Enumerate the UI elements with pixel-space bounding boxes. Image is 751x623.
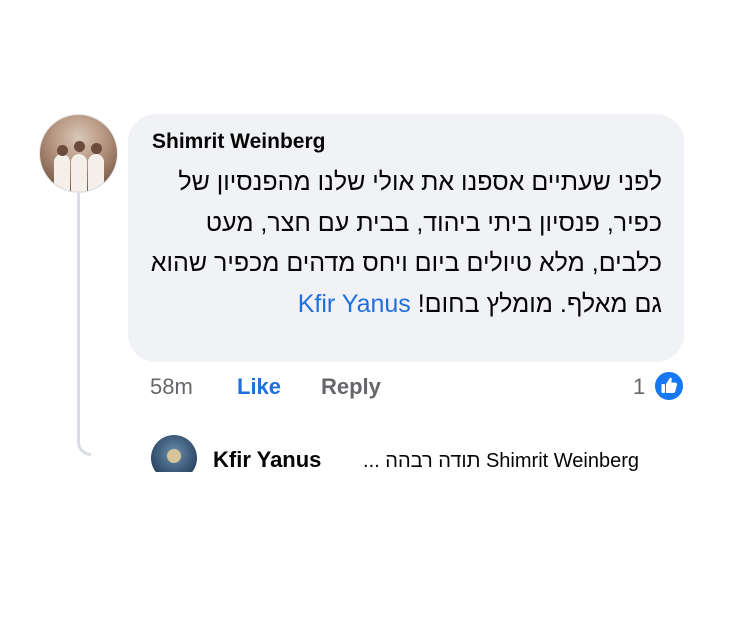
mention-link[interactable]: Kfir Yanus — [298, 290, 411, 318]
avatar-figure — [54, 154, 70, 192]
avatar-figure — [88, 154, 104, 192]
reply-button[interactable]: Reply — [321, 374, 381, 400]
comment-bubble: Shimrit Weinberg לפני שעתיים אספנו את או… — [128, 114, 684, 362]
reply-text: Shimrit Weinberg תודה רבהה ... — [363, 450, 639, 472]
avatar-figure-head — [91, 143, 102, 154]
avatar-figure-head — [57, 145, 68, 156]
reply-avatar-clip — [140, 472, 220, 502]
avatar[interactable] — [39, 114, 118, 193]
thread-connector-line — [77, 190, 91, 456]
avatar-figure-head — [74, 141, 85, 152]
comment-author[interactable]: Shimrit Weinberg — [152, 130, 325, 154]
thumbs-up-icon — [653, 370, 685, 402]
comment-timestamp[interactable]: 58m — [150, 374, 193, 400]
reply-preview[interactable]: Kfir Yanus Shimrit Weinberg תודה רבהה ..… — [213, 447, 639, 473]
avatar-figure — [71, 154, 87, 192]
reply-avatar-detail — [167, 449, 181, 463]
reply-author[interactable]: Kfir Yanus — [213, 447, 321, 472]
like-button[interactable]: Like — [237, 374, 281, 400]
reaction-count: 1 — [633, 374, 646, 399]
comment-text: לפני שעתיים אספנו את אולי שלנו מהפנסיון … — [142, 162, 662, 324]
